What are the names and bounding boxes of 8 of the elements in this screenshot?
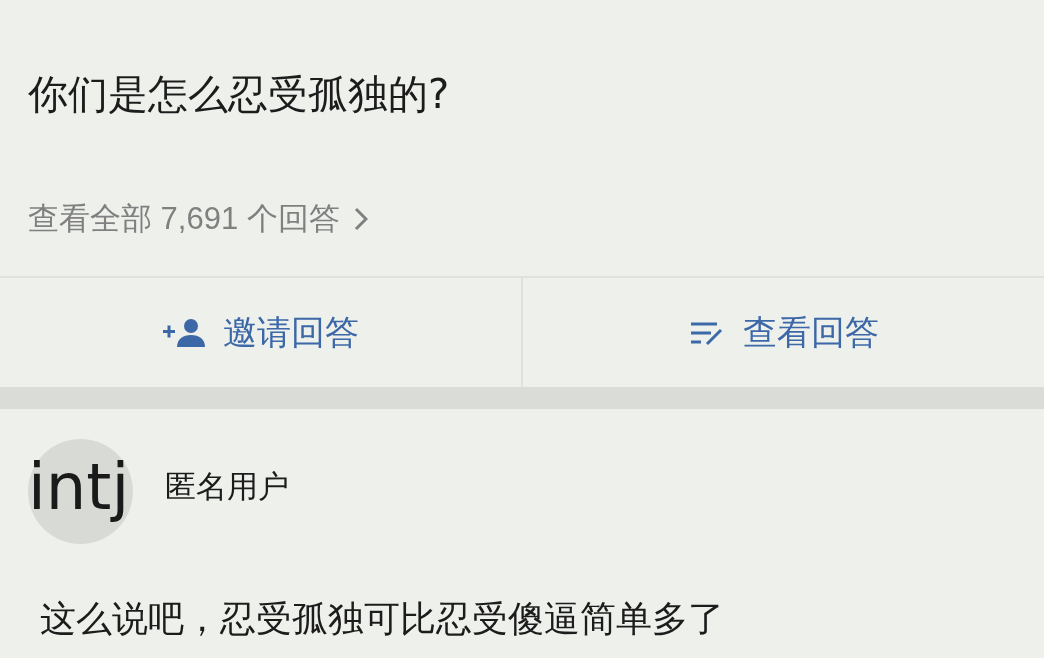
invite-answer-button[interactable]: 邀请回答 — [0, 278, 521, 387]
avatar-overlay-text: intj — [28, 449, 130, 526]
add-user-icon — [162, 316, 207, 349]
chevron-right-icon — [353, 207, 368, 231]
question-title: 你们是怎么忍受孤独的? — [28, 70, 451, 119]
view-all-answers-link[interactable]: 查看全部 7,691 个回答 — [16, 199, 380, 239]
answer-text: 这么说吧，忍受孤独可比忍受傻逼简单多了 — [40, 597, 725, 641]
author-name: 匿名用户 — [165, 468, 289, 507]
